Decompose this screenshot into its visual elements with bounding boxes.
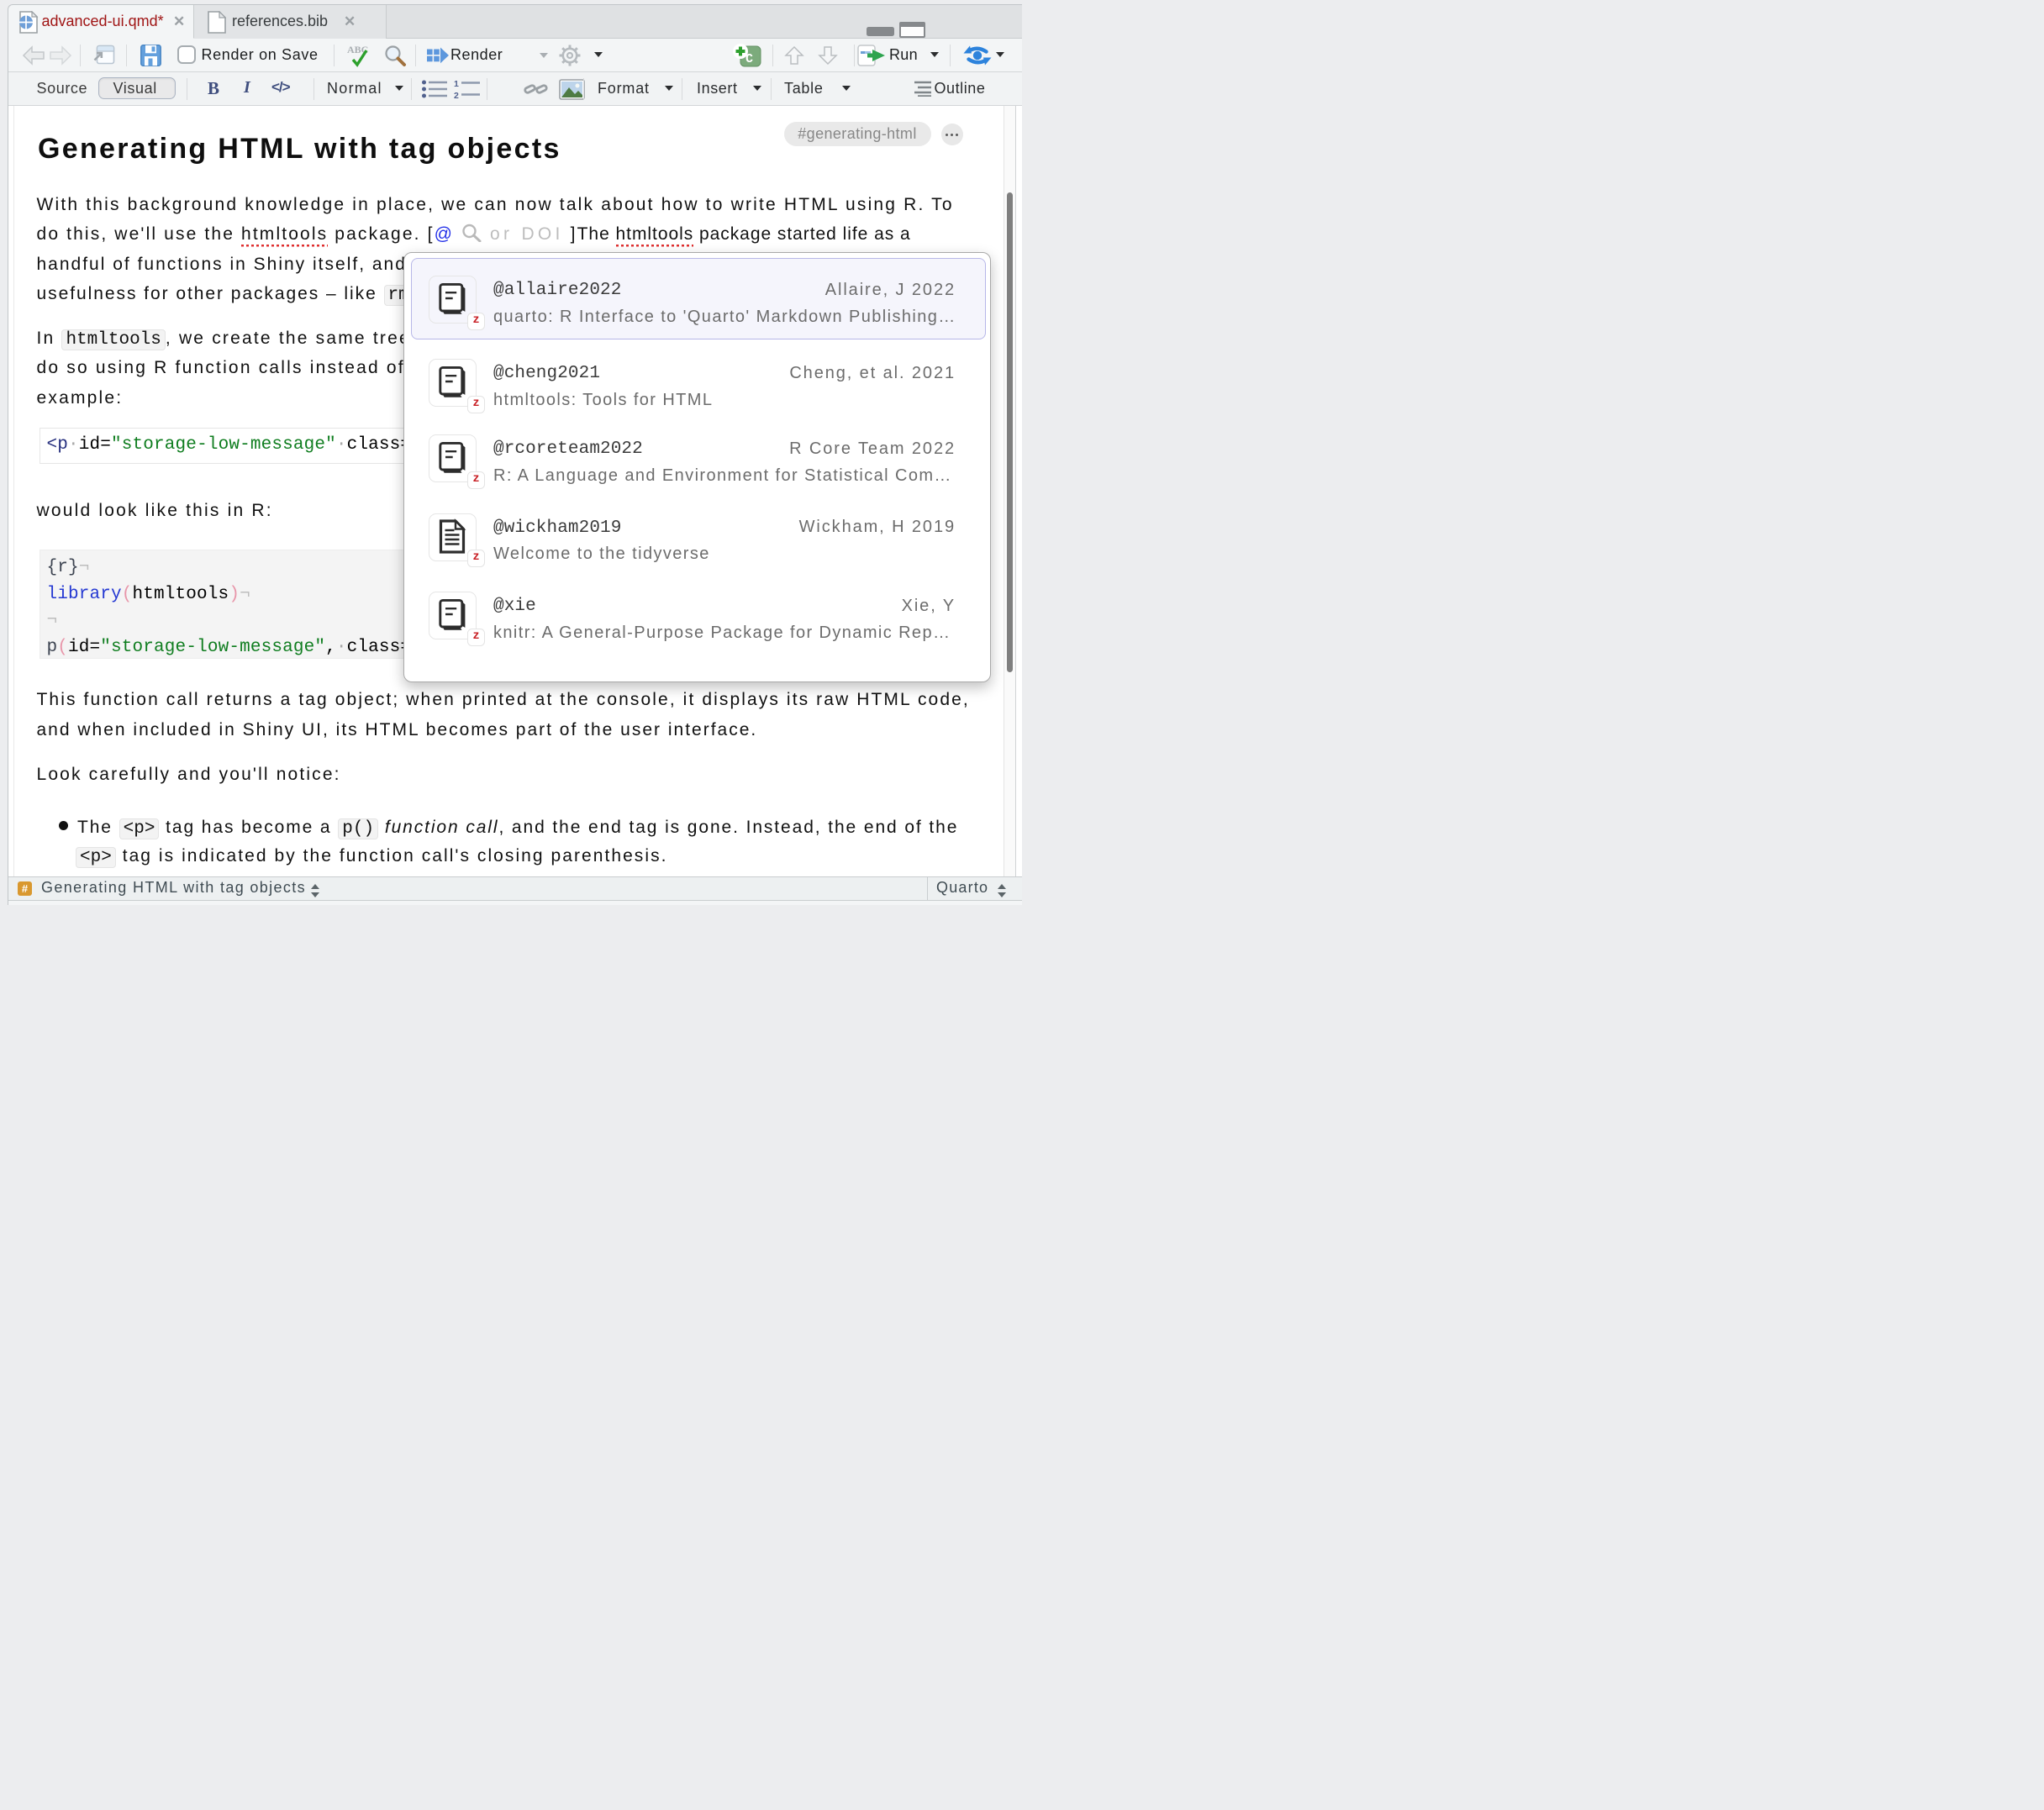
svg-text:1: 1 (454, 79, 459, 89)
svg-text:2: 2 (454, 91, 459, 99)
